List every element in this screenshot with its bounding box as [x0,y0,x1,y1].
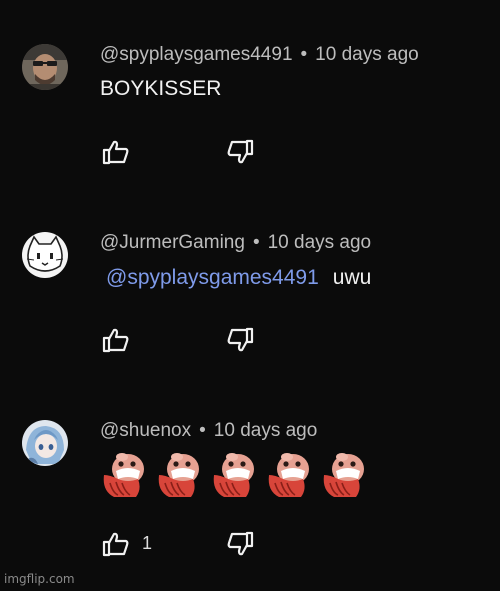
screaming-emoji-icon [213,453,254,497]
dislike-button[interactable] [224,137,256,167]
comment-actions: 1 [100,529,280,559]
like-count: 1 [142,533,153,553]
screaming-emoji-icon [103,453,144,497]
emoji-row [98,449,371,501]
separator-dot: • [199,420,206,441]
separator-dot: • [252,232,260,253]
like-button[interactable] [100,529,132,559]
dislike-button[interactable] [224,529,256,559]
thumbs-up-icon [102,140,129,165]
comment-text: BOYKISSER [100,77,222,100]
screaming-emoji-icon [268,453,309,497]
comment-header: @shuenox • 10 days ago [100,420,317,442]
cat-drawing-avatar-icon[interactable] [22,232,68,278]
like-button[interactable] [100,137,132,167]
screaming-emoji-icon [323,453,364,497]
author-name[interactable]: @shuenox [100,420,191,441]
thumbs-down-icon [227,139,254,164]
photo-avatar-icon[interactable] [22,44,68,90]
comment-actions [100,137,280,167]
comment-actions [100,325,280,355]
timestamp[interactable]: 10 days ago [214,420,318,441]
comment-text-content: uwu [332,266,372,289]
anime-girl-avatar-icon[interactable] [22,420,68,466]
thumbs-up-icon [102,328,129,353]
separator-dot: • [300,44,308,65]
imgflip-watermark: imgflip.com [4,572,75,586]
user-mention-link[interactable]: @spyplaysgames4491 [106,266,319,289]
comment-text: @spyplaysgames4491 uwu [106,266,371,290]
author-name[interactable]: @JurmerGaming [100,232,245,253]
timestamp[interactable]: 10 days ago [315,44,419,65]
timestamp[interactable]: 10 days ago [268,232,372,253]
thumbs-up-icon [102,532,129,557]
comment-header: @spyplaysgames4491 • 10 days ago [100,44,419,66]
author-name[interactable]: @spyplaysgames4491 [100,44,293,65]
dislike-button[interactable] [224,325,256,355]
comment-header: @JurmerGaming • 10 days ago [100,232,371,254]
screaming-emoji-icon [158,453,199,497]
thumbs-down-icon [227,327,254,352]
like-button[interactable] [100,325,132,355]
thumbs-down-icon [227,531,254,556]
